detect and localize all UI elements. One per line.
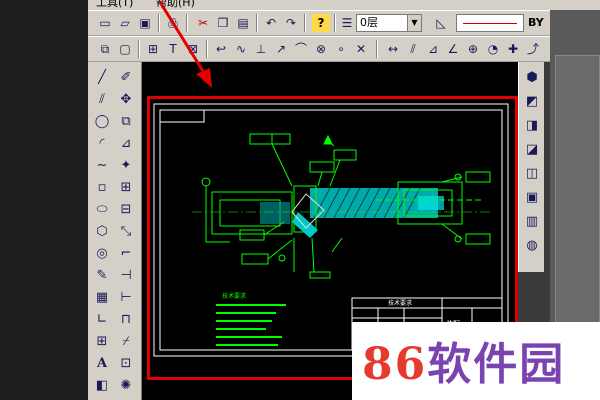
array-icon[interactable]: ⊞	[116, 178, 136, 198]
text-icon[interactable]: A	[92, 354, 112, 374]
join-icon[interactable]: ⌿	[116, 332, 136, 352]
point-icon[interactable]: ∘	[332, 40, 350, 58]
spline-icon[interactable]: ∼	[92, 156, 112, 176]
print-icon[interactable]: ⎙	[164, 14, 182, 32]
trim-icon[interactable]: ⊣	[116, 266, 136, 286]
leader-icon[interactable]: ⤴	[524, 40, 542, 58]
text-style-icon[interactable]: ⊞	[144, 40, 162, 58]
polygon-icon[interactable]: ⬡	[92, 222, 112, 242]
pline-icon[interactable]: ⫽	[92, 90, 112, 110]
erase-icon[interactable]: ✐	[116, 68, 136, 88]
explode-icon[interactable]: ✺	[116, 376, 136, 396]
center-mark-icon[interactable]: ✚	[504, 40, 522, 58]
toolbar-separator	[304, 14, 306, 32]
zoom-extents-icon[interactable]: ▢	[116, 40, 134, 58]
orbit-icon[interactable]: ◍	[522, 236, 542, 256]
toolbar-separator	[376, 40, 378, 58]
front-view-icon[interactable]: ◨	[522, 116, 542, 136]
paste-icon[interactable]: ▤	[234, 14, 252, 32]
menu-tools[interactable]: 工具(T)	[96, 0, 133, 8]
mirror-icon[interactable]: ⊿	[116, 134, 136, 154]
toolbar-separator	[334, 14, 336, 32]
iso-view-icon[interactable]: ◩	[522, 92, 542, 112]
tolerance-icon[interactable]: ⊕	[464, 40, 482, 58]
ellipse-icon[interactable]: ⬭	[92, 200, 112, 220]
desktop-background	[0, 0, 88, 400]
block-icon[interactable]: ◧	[92, 376, 112, 396]
new-icon[interactable]: ▭	[96, 14, 114, 32]
align-icon[interactable]: ⫽	[404, 40, 422, 58]
layer-value: 0层	[360, 16, 378, 29]
copy-icon[interactable]: ⧉	[116, 112, 136, 132]
watermark: 86软件园	[352, 322, 600, 400]
wave-icon[interactable]: ∿	[232, 40, 250, 58]
radius-icon[interactable]: ◔	[484, 40, 502, 58]
watermark-digits: 86	[362, 339, 428, 390]
toolbar-separator	[138, 40, 140, 58]
arc-snap-icon[interactable]: ↩	[212, 40, 230, 58]
view-toolbar: ⬢ ◩ ◨ ◪ ◫ ▣ ▥ ◍	[518, 62, 544, 272]
region-icon[interactable]: ∟	[92, 310, 112, 330]
hatch-icon[interactable]: ▦	[92, 288, 112, 308]
line-icon[interactable]: ╱	[92, 68, 112, 88]
dim-icon[interactable]: ⊠	[184, 40, 202, 58]
redo-icon[interactable]: ↷	[282, 14, 300, 32]
save-icon[interactable]: ▣	[136, 14, 154, 32]
toolbar-separator	[158, 14, 160, 32]
help-icon[interactable]: ?	[312, 14, 330, 32]
standard-toolbar: ▭ ▱ ▣ ⎙ ✂ ❐ ▤ ↶ ↷ ? ☰ 0层 ▼ ◺ BY	[88, 10, 550, 36]
shade-icon[interactable]: ▥	[522, 212, 542, 232]
top-view-icon[interactable]: ◪	[522, 140, 542, 160]
rectangle-icon[interactable]: ▫	[92, 178, 112, 198]
cut-icon[interactable]: ✂	[194, 14, 212, 32]
toolbar-separator	[206, 40, 208, 58]
node-icon[interactable]: ⊗	[312, 40, 330, 58]
color-bylayer-label: BY	[528, 16, 544, 29]
copy-icon[interactable]: ❐	[214, 14, 232, 32]
angle-icon[interactable]: ∠	[444, 40, 462, 58]
menu-bar: 工具(T) 帮助(H)	[88, 0, 600, 10]
text-icon[interactable]: T	[164, 40, 182, 58]
view-cube-icon[interactable]: ⬢	[522, 68, 542, 88]
revcloud-icon[interactable]: ✎	[92, 266, 112, 286]
chevron-down-icon[interactable]: ▼	[407, 15, 421, 31]
donut-icon[interactable]: ◎	[92, 244, 112, 264]
linetype-icon[interactable]: ◺	[432, 14, 450, 32]
linetype-dropdown[interactable]	[456, 14, 524, 32]
undo-icon[interactable]: ↶	[262, 14, 280, 32]
offset-icon[interactable]: ⊟	[116, 200, 136, 220]
measure-icon[interactable]: ⊿	[424, 40, 442, 58]
tangent-icon[interactable]: ⌒	[292, 40, 310, 58]
stretch-icon[interactable]: ⌐	[116, 244, 136, 264]
render-icon[interactable]: ▣	[522, 188, 542, 208]
rotate-icon[interactable]: ✦	[116, 156, 136, 176]
move-icon[interactable]: ✥	[116, 90, 136, 110]
arrow-icon[interactable]: ↗	[272, 40, 290, 58]
intersect-icon[interactable]: ✕	[352, 40, 370, 58]
dim-linear-icon[interactable]: ↔	[384, 40, 402, 58]
menu-help[interactable]: 帮助(H)	[156, 0, 195, 8]
layer-dropdown[interactable]: 0层 ▼	[356, 14, 422, 32]
scale-icon[interactable]: ⤡	[116, 222, 136, 242]
open-icon[interactable]: ▱	[116, 14, 134, 32]
zoom-window-icon[interactable]: ⧉	[96, 40, 114, 58]
layers-icon[interactable]: ☰	[338, 14, 356, 32]
object-snap-toolbar: ⧉ ▢ ⊞ T ⊠ ↩ ∿ ⊥ ↗ ⌒ ⊗ ∘ ✕ ↔ ⫽ ⊿ ∠ ⊕ ◔ ✚ …	[88, 36, 550, 62]
circle-icon[interactable]: ◯	[92, 112, 112, 132]
extend-icon[interactable]: ⊢	[116, 288, 136, 308]
perp-icon[interactable]: ⊥	[252, 40, 270, 58]
break-icon[interactable]: ⊓	[116, 310, 136, 330]
background-window-panel	[555, 55, 600, 355]
cad-application: 工具(T) 帮助(H) ▭ ▱ ▣ ⎙ ✂ ❐ ▤ ↶ ↷ ? ☰ 0层 ▼ ◺…	[0, 0, 600, 400]
arc-icon[interactable]: ◜	[92, 134, 112, 154]
watermark-text: 软件园	[427, 339, 566, 390]
draw-modify-toolbars: ╱ ⫽ ◯ ◜ ∼ ▫ ⬭ ⬡ ◎ ✎ ▦ ∟ ⊞ A ◧ ✐ ✥ ⧉ ⊿ ✦ …	[88, 62, 142, 400]
side-view-icon[interactable]: ◫	[522, 164, 542, 184]
toolbar-separator	[186, 14, 188, 32]
table-icon[interactable]: ⊞	[92, 332, 112, 352]
chamfer-icon[interactable]: ⊡	[116, 354, 136, 374]
toolbar-separator	[256, 14, 258, 32]
